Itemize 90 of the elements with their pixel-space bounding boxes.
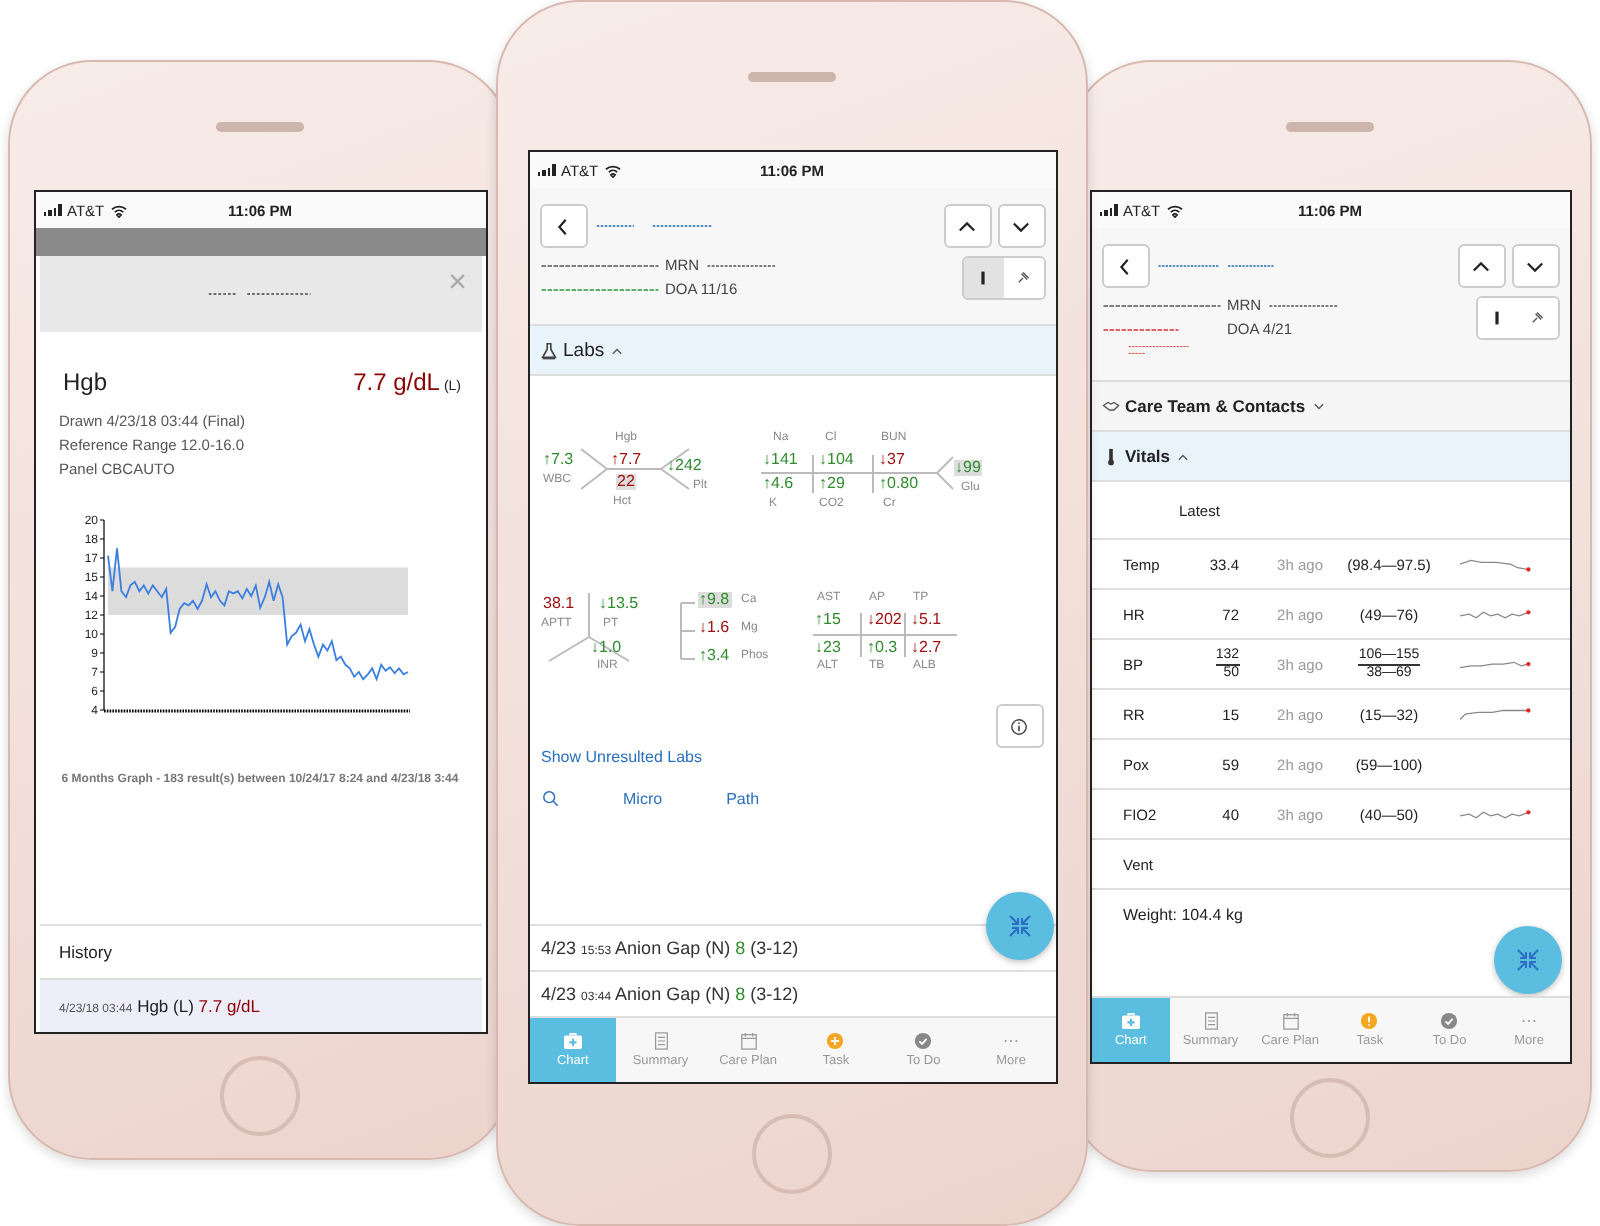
lab-value[interactable]: 38.1 xyxy=(541,596,577,612)
lab-value[interactable]: ↑0.80 xyxy=(877,476,921,492)
speaker-icon xyxy=(216,121,304,131)
check-circle-icon xyxy=(912,1032,935,1050)
wifi-icon xyxy=(604,163,623,177)
lab-value[interactable]: ↓104 xyxy=(817,452,856,468)
medical-bag-icon xyxy=(561,1032,584,1050)
lab-value[interactable]: ↑0.3 xyxy=(865,640,900,656)
info-button[interactable] xyxy=(995,704,1043,748)
pin-icon xyxy=(1016,270,1030,286)
calendar-icon xyxy=(737,1032,760,1050)
lab-value[interactable]: ↓1.0 xyxy=(589,640,624,656)
weight-text: Weight: 104.4 kg xyxy=(1121,904,1245,928)
sparkline xyxy=(1459,705,1531,723)
speaker-icon xyxy=(1286,121,1374,131)
calendar-icon xyxy=(1279,1012,1302,1030)
exclamation-circle-icon xyxy=(1358,1012,1381,1030)
lab-value[interactable]: ↓23 xyxy=(813,640,843,656)
lab-category-link[interactable]: Path xyxy=(726,790,760,808)
signal-icon xyxy=(537,164,555,176)
lab-category-link[interactable]: Micro xyxy=(623,790,663,808)
check-circle-icon xyxy=(1438,1012,1461,1030)
view-toggle[interactable] xyxy=(963,258,1003,298)
lab-value[interactable]: 22 xyxy=(615,474,637,490)
chevron-up-icon xyxy=(1176,451,1191,461)
redacted-text-drawing xyxy=(1155,260,1275,272)
back-icon xyxy=(1116,257,1134,275)
lab-value[interactable]: ↓99 xyxy=(953,460,983,476)
chevron-up-icon xyxy=(610,345,625,355)
lab-value[interactable]: ↓5.1 xyxy=(909,612,944,628)
collapse-icon xyxy=(1007,914,1031,938)
collapse-button[interactable] xyxy=(1493,926,1561,994)
redacted-text-drawing xyxy=(593,220,713,232)
speaker-icon xyxy=(748,71,836,81)
signal-icon xyxy=(1099,204,1117,216)
view-toggle[interactable] xyxy=(1003,258,1043,298)
chevron-up-icon xyxy=(958,217,976,235)
sparkline xyxy=(1459,805,1531,823)
lab-value[interactable]: ↓37 xyxy=(877,452,907,468)
section-header[interactable]: Care Team & Contacts xyxy=(1091,382,1569,432)
sparkline xyxy=(1459,555,1531,573)
lab-value[interactable]: ↑3.4 xyxy=(697,648,732,664)
lab-value[interactable]: ↓2.7 xyxy=(909,640,944,656)
lab-value[interactable]: ↓242 xyxy=(665,458,704,474)
lab-value[interactable]: ↑29 xyxy=(817,476,847,492)
document-icon xyxy=(649,1032,672,1050)
view-toggle[interactable] xyxy=(1517,298,1557,338)
sparkline xyxy=(1459,605,1531,623)
lab-value[interactable]: ↓141 xyxy=(761,452,800,468)
bar-icon xyxy=(976,270,990,286)
plus-circle-icon xyxy=(824,1032,847,1050)
chevron-up-icon xyxy=(1472,257,1490,275)
search-icon[interactable] xyxy=(541,790,559,808)
chevron-down-icon xyxy=(1012,217,1030,235)
lab-value[interactable]: ↓13.5 xyxy=(597,596,641,612)
lab-value[interactable]: ↑4.6 xyxy=(761,476,796,492)
medical-bag-icon xyxy=(1119,1012,1142,1030)
unresulted-labs-link[interactable]: Show Unresulted Labs xyxy=(541,748,702,766)
test-name: Hgb xyxy=(63,368,108,396)
info-icon xyxy=(1010,717,1028,735)
previous-button[interactable] xyxy=(943,204,991,248)
collapse-button[interactable] xyxy=(985,892,1053,960)
pin-icon xyxy=(1530,310,1544,326)
bar-icon xyxy=(1490,310,1504,326)
chevron-down-icon xyxy=(1311,401,1326,411)
next-button[interactable] xyxy=(997,204,1045,248)
redacted-text-drawing xyxy=(205,288,315,300)
back-icon xyxy=(554,217,572,235)
signal-icon xyxy=(43,204,61,216)
lab-value[interactable]: ↑7.7 xyxy=(609,452,644,468)
collapse-icon xyxy=(1515,948,1539,972)
lab-value[interactable]: ↑7.3 xyxy=(541,452,576,468)
chevron-down-icon xyxy=(1526,257,1544,275)
back-button[interactable] xyxy=(539,204,587,248)
wifi-icon xyxy=(1166,203,1185,217)
section-header[interactable]: Vitals xyxy=(1091,432,1569,482)
lab-value[interactable]: ↑15 xyxy=(813,612,843,628)
next-button[interactable] xyxy=(1511,244,1559,288)
wifi-icon xyxy=(110,203,129,217)
flask-icon xyxy=(539,341,557,359)
document-icon xyxy=(1199,1012,1222,1030)
lab-value[interactable]: ↑9.8 xyxy=(697,592,732,608)
view-toggle[interactable] xyxy=(1477,298,1517,338)
section-header[interactable]: Labs xyxy=(529,326,1055,376)
lab-value[interactable]: ↓202 xyxy=(865,612,904,628)
back-button[interactable] xyxy=(1101,244,1149,288)
fishbone-lines xyxy=(680,601,696,659)
result-value: 7.7 g/dL xyxy=(353,368,440,396)
lab-value[interactable]: ↓1.6 xyxy=(697,620,732,636)
previous-button[interactable] xyxy=(1457,244,1505,288)
